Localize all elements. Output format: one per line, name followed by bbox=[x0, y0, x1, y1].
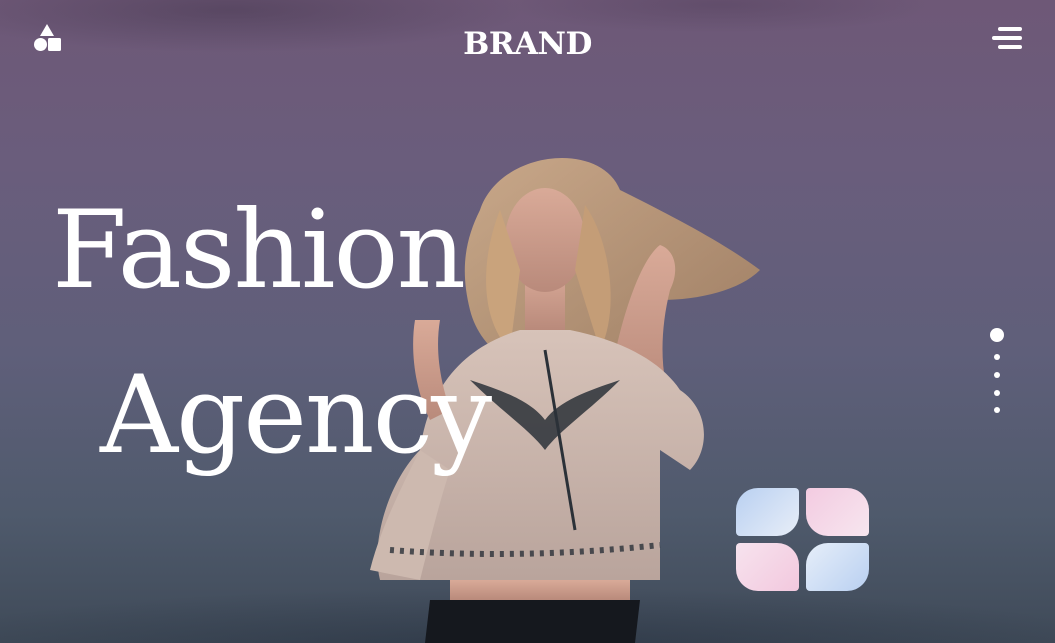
decorative-tiles-icon bbox=[736, 488, 870, 592]
hero-headline-line2: Agency bbox=[100, 353, 492, 478]
slide-dot-4[interactable] bbox=[994, 390, 1000, 396]
tile-bottom-left bbox=[736, 543, 799, 591]
hero-headline-line1: Fashion bbox=[52, 188, 466, 313]
slide-dot-2[interactable] bbox=[994, 354, 1000, 360]
hamburger-menu-icon[interactable] bbox=[992, 27, 1022, 51]
brand-logo[interactable]: BRAND bbox=[0, 26, 1055, 62]
tile-bottom-right bbox=[806, 543, 869, 591]
slide-dot-3[interactable] bbox=[994, 372, 1000, 378]
hero-section: BRAND Fashion Agency bbox=[0, 0, 1055, 643]
tile-top-left bbox=[736, 488, 799, 536]
slide-dot-5[interactable] bbox=[994, 407, 1000, 413]
tile-top-right bbox=[806, 488, 869, 536]
slide-dot-1[interactable] bbox=[990, 328, 1004, 342]
slide-pagination bbox=[989, 327, 1005, 417]
